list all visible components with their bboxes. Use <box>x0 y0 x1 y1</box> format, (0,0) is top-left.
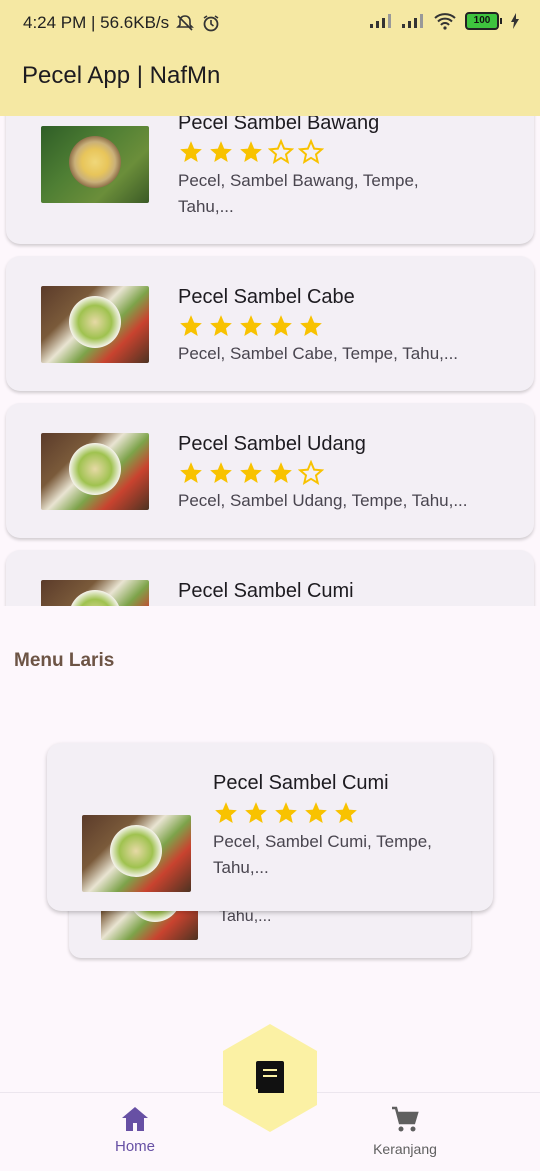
star-filled-icon <box>240 141 262 162</box>
star-filled-icon <box>270 315 292 336</box>
menu-card[interactable]: Pecel Sambel Cumi <box>6 550 534 606</box>
status-time-speed: 4:24 PM | 56.6KB/s <box>23 13 170 32</box>
status-bar-right: 100 <box>369 12 520 30</box>
rating-stars <box>178 139 324 165</box>
star-filled-icon <box>240 315 262 336</box>
menu-card-desc: Pecel, Sambel Udang, Tempe, Tahu,... <box>178 488 498 514</box>
star-filled-icon <box>270 462 292 483</box>
desc-line: Pecel, Sambel Cabe, Tempe, Tahu,... <box>178 344 459 363</box>
food-image <box>41 580 149 606</box>
app-bar: 4:24 PM | 56.6KB/s 100 Pecel App | NafMn <box>0 0 540 116</box>
star-filled-icon <box>335 802 357 823</box>
shopping-cart-icon <box>392 1106 419 1132</box>
star-filled-icon <box>215 802 237 823</box>
desc-line: Tahu,... <box>178 197 234 216</box>
battery-level: 100 <box>465 12 499 30</box>
status-bar-left: 4:24 PM | 56.6KB/s <box>23 13 221 33</box>
menu-card[interactable]: Pecel Sambel Bawang Pecel, Sambel Bawang… <box>6 116 534 244</box>
star-outline-icon <box>298 460 324 486</box>
menu-card-title: Pecel Sambel Bawang <box>178 116 380 134</box>
nav-cart-label: Keranjang <box>373 1141 437 1157</box>
menu-card-title: Pecel Sambel Cumi <box>178 580 354 602</box>
food-image <box>41 126 149 203</box>
menu-card[interactable]: Pecel Sambel Cabe Pecel, Sambel Cabe, Te… <box>6 256 534 391</box>
star-filled-icon <box>210 141 232 162</box>
food-image <box>41 286 149 363</box>
menu-card-desc: Pecel, Sambel Cabe, Tempe, Tahu,... <box>178 341 498 367</box>
star-filled-icon <box>245 802 267 823</box>
star-filled-icon <box>210 315 232 336</box>
home-icon <box>122 1107 148 1131</box>
desc-line: Tahu,... <box>213 858 269 877</box>
signal-icon <box>370 14 391 28</box>
section-title: Menu Laris <box>14 650 115 671</box>
star-filled-icon <box>210 462 232 483</box>
menu-card-title: Pecel Sambel Cumi <box>213 772 389 794</box>
rating-stars <box>213 800 359 826</box>
charging-icon <box>511 13 519 29</box>
nav-home[interactable]: Home <box>100 1105 170 1155</box>
battery-icon: 100 <box>465 12 502 30</box>
food-image <box>82 815 191 892</box>
menu-card-desc: Pecel, Sambel Cumi, Tempe, Tahu,... <box>213 829 473 881</box>
signal-icon-2 <box>402 14 423 28</box>
rating-stars <box>178 460 324 486</box>
star-outline-icon <box>268 139 294 165</box>
desc-line: Pecel, Sambel Udang, Tempe, Tahu,... <box>178 491 468 510</box>
mute-notification-icon <box>176 15 195 31</box>
star-filled-icon <box>275 802 297 823</box>
menu-card-title: Pecel Sambel Udang <box>178 433 366 455</box>
app-title: Pecel App | NafMn <box>22 62 221 89</box>
star-filled-icon <box>240 462 262 483</box>
desc-line: Pecel, Sambel Bawang, Tempe, <box>178 171 419 190</box>
nav-cart[interactable]: Keranjang <box>365 1105 445 1157</box>
menu-book-icon <box>256 1061 284 1095</box>
star-filled-icon <box>180 141 202 162</box>
menu-card-title: Pecel Sambel Cabe <box>178 286 355 308</box>
star-filled-icon <box>180 462 202 483</box>
star-filled-icon <box>300 315 322 336</box>
menu-card-desc: Pecel, Sambel Bawang, Tempe, Tahu,... <box>178 168 498 220</box>
desc-line: Pecel, Sambel Cumi, Tempe, <box>213 832 432 851</box>
wifi-icon <box>434 13 456 30</box>
star-outline-icon <box>298 139 324 165</box>
star-filled-icon <box>180 315 202 336</box>
star-filled-icon <box>305 802 327 823</box>
food-image <box>41 433 149 510</box>
alarm-icon <box>203 15 219 32</box>
menu-list[interactable]: Pecel Sambel Bawang Pecel, Sambel Bawang… <box>0 116 540 606</box>
menu-card[interactable]: Pecel Sambel Udang Pecel, Sambel Udang, … <box>6 403 534 538</box>
menu-hexagon-button[interactable] <box>222 1023 318 1133</box>
carousel-card-featured[interactable]: Pecel Sambel Cumi Pecel, Sambel Cumi, Te… <box>47 743 493 911</box>
rating-stars <box>178 313 324 339</box>
nav-home-label: Home <box>114 1138 155 1155</box>
